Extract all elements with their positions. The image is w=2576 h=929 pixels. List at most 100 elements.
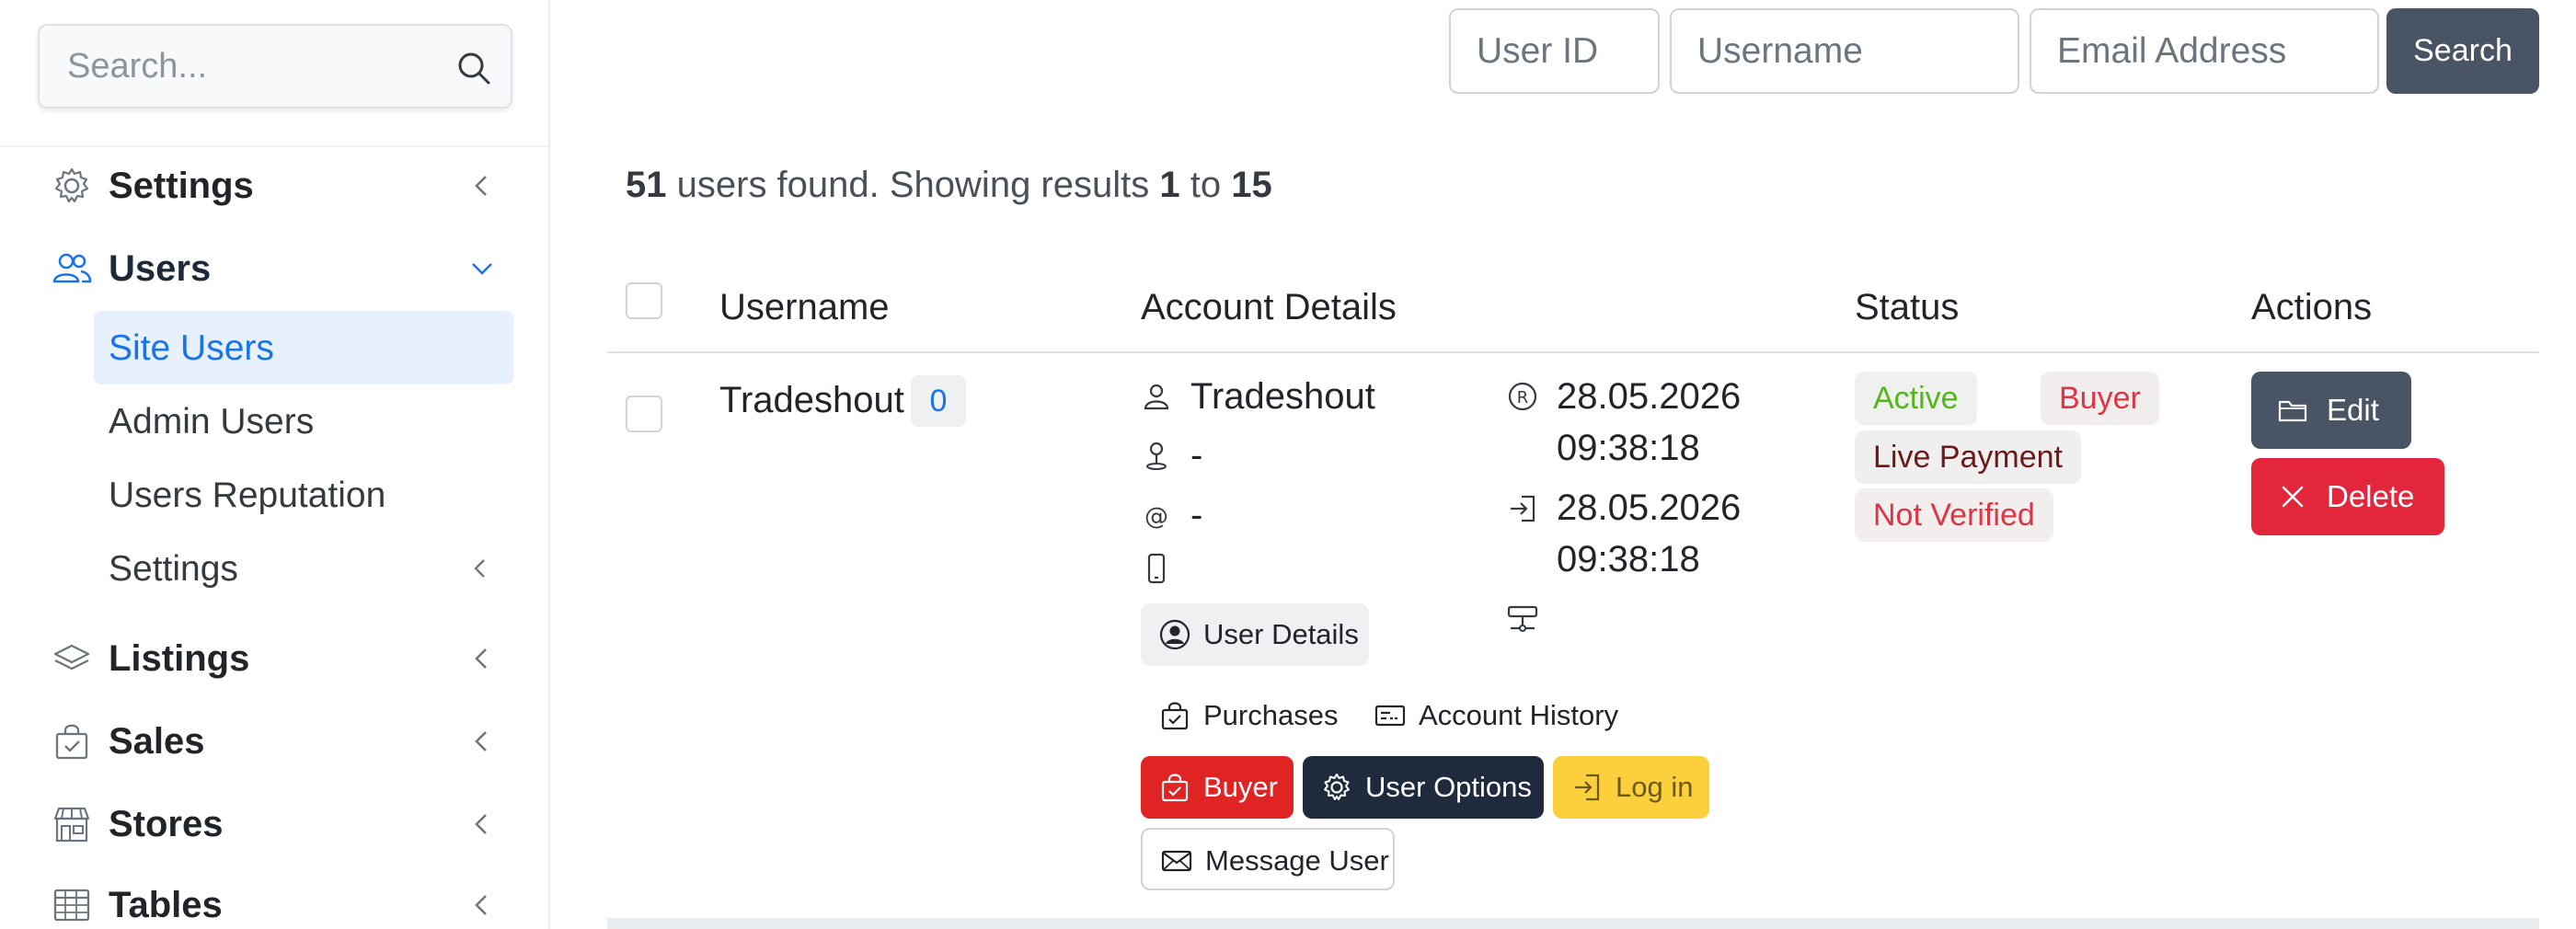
results-to-word: to <box>1190 165 1222 205</box>
sidebar-search-input[interactable] <box>40 26 511 107</box>
sidebar-item-label: Settings <box>109 166 254 206</box>
history-card-icon <box>1374 700 1406 731</box>
sidebar-subitem-label: Settings <box>109 549 238 589</box>
users-icon <box>52 248 92 289</box>
sidebar-subitem-label: Users Reputation <box>109 476 386 515</box>
table-icon <box>52 885 92 925</box>
sidebar-search[interactable] <box>38 24 512 109</box>
status-badge-active: Active <box>1855 372 1977 425</box>
sidebar-item-stores[interactable]: Stores <box>0 787 549 859</box>
edit-button[interactable]: Edit <box>2251 372 2411 449</box>
sidebar-subitem-label: Site Users <box>109 328 274 368</box>
results-to: 15 <box>1231 165 1272 205</box>
results-from: 1 <box>1159 165 1180 205</box>
buyer-label: Buyer <box>1203 771 1278 803</box>
chevron-left-icon <box>467 809 497 839</box>
user-circle-icon <box>1159 619 1190 650</box>
sidebar-subitem-settings[interactable]: Settings <box>94 532 513 605</box>
username-cell: Tradeshout <box>719 380 904 420</box>
username-field[interactable] <box>1670 8 2019 94</box>
svg-text:R: R <box>1517 388 1529 407</box>
edit-label: Edit <box>2327 393 2379 427</box>
user-id-field[interactable] <box>1449 8 1660 94</box>
message-user-label: Message User <box>1205 844 1389 877</box>
results-total: 51 <box>626 165 667 205</box>
column-header-account-details: Account Details <box>1141 287 1397 327</box>
column-header-actions: Actions <box>2251 287 2373 327</box>
row-checkbox[interactable] <box>626 396 662 432</box>
search-icon[interactable] <box>454 48 494 88</box>
location-pin-icon <box>1141 440 1172 471</box>
network-icon <box>1507 603 1538 635</box>
gear-icon <box>1321 772 1352 803</box>
shopping-bag-icon <box>1159 700 1190 731</box>
svg-text:@: @ <box>1144 503 1168 531</box>
user-details-button[interactable]: User Details <box>1141 603 1369 666</box>
shopping-bag-icon <box>1159 772 1190 803</box>
table-bottom-border <box>607 918 2539 929</box>
table-header-divider <box>607 351 2539 353</box>
message-user-button[interactable]: Message User <box>1141 828 1395 890</box>
chevron-left-icon <box>467 556 493 581</box>
user-options-button[interactable]: User Options <box>1303 756 1544 819</box>
chevron-down-icon <box>467 254 497 283</box>
select-all-checkbox[interactable] <box>626 282 662 319</box>
chevron-left-icon <box>467 727 497 756</box>
column-header-username[interactable]: Username <box>719 285 890 329</box>
sidebar-item-tables[interactable]: Tables <box>0 868 549 929</box>
folder-icon <box>2277 395 2308 426</box>
status-badge-not-verified: Not Verified <box>1855 488 2053 542</box>
sidebar-item-listings[interactable]: Listings <box>0 622 549 694</box>
sidebar-divider <box>0 145 549 147</box>
registered-time: 09:38:18 <box>1557 428 1700 468</box>
purchases-button[interactable]: Purchases <box>1141 684 1352 747</box>
sidebar-subitem-users-reputation[interactable]: Users Reputation <box>94 458 513 532</box>
registered-icon: R <box>1507 381 1538 412</box>
buyer-button[interactable]: Buyer <box>1141 756 1294 819</box>
sidebar-subitem-label: Admin Users <box>109 402 315 442</box>
sidebar-item-label: Stores <box>109 804 224 844</box>
envelope-icon <box>1161 845 1192 877</box>
column-header-status[interactable]: Status <box>1855 285 1959 329</box>
user-id-input[interactable] <box>1451 10 1658 92</box>
sidebar-subitem-admin-users[interactable]: Admin Users <box>94 384 513 458</box>
sidebar-subitem-site-users[interactable]: Site Users <box>94 311 513 384</box>
login-icon <box>1571 772 1603 803</box>
last-login-time: 09:38:18 <box>1557 539 1700 579</box>
search-button[interactable]: Search <box>2386 8 2539 94</box>
status-badge-live-payment: Live Payment <box>1855 430 2081 484</box>
account-history-button[interactable]: Account History <box>1356 684 1632 747</box>
log-in-button[interactable]: Log in <box>1553 756 1709 819</box>
status-badge-buyer: Buyer <box>2041 372 2159 425</box>
detail-name: Tradeshout <box>1190 376 1375 417</box>
sidebar: Settings Users Site Users Admin Users Us… <box>0 0 550 929</box>
registered-date: 28.05.2026 <box>1557 376 1742 417</box>
sidebar-item-settings[interactable]: Settings <box>0 149 549 221</box>
phone-icon <box>1141 553 1172 584</box>
email-input[interactable] <box>2031 10 2377 92</box>
account-history-label: Account History <box>1419 699 1619 731</box>
delete-label: Delete <box>2327 479 2415 513</box>
shopping-bag-icon <box>52 721 92 762</box>
sidebar-item-sales[interactable]: Sales <box>0 705 549 776</box>
sidebar-item-label: Sales <box>109 721 205 762</box>
delete-button[interactable]: Delete <box>2251 458 2444 535</box>
at-sign-icon: @ <box>1141 500 1172 532</box>
user-options-label: User Options <box>1365 771 1532 803</box>
chevron-left-icon <box>467 644 497 673</box>
sidebar-item-users[interactable]: Users <box>0 232 549 304</box>
sidebar-item-label: Tables <box>109 885 223 925</box>
detail-email: - <box>1190 495 1203 535</box>
username-input[interactable] <box>1672 10 2018 92</box>
person-icon <box>1141 381 1172 412</box>
results-text: users found. Showing results <box>676 165 1150 205</box>
store-icon <box>52 804 92 844</box>
purchases-label: Purchases <box>1203 699 1339 731</box>
email-field[interactable] <box>2030 8 2379 94</box>
layers-icon <box>52 638 92 679</box>
detail-location: - <box>1190 435 1203 476</box>
sidebar-item-label: Listings <box>109 638 250 679</box>
results-summary: 51 users found. Showing results 1 to 15 <box>626 162 1272 208</box>
count-badge[interactable]: 0 <box>911 375 966 427</box>
sidebar-item-label: Users <box>109 248 212 289</box>
